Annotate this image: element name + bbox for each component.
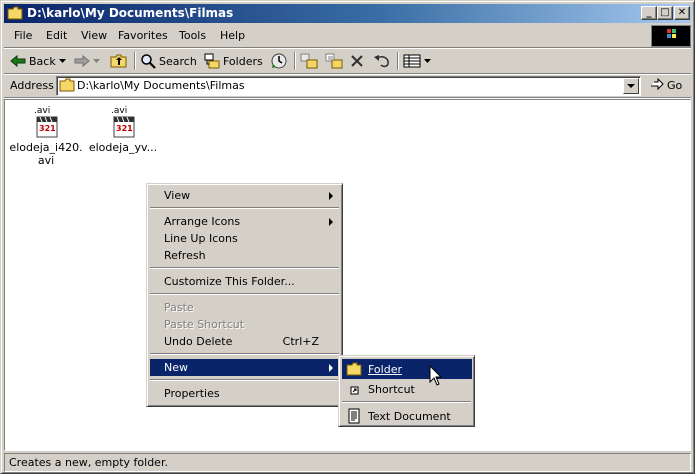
minimize-button[interactable]: _	[641, 6, 657, 20]
delete-button[interactable]	[350, 52, 364, 70]
address-dropdown-button[interactable]	[623, 78, 639, 94]
file-tag: 321	[116, 124, 133, 133]
back-button[interactable]: Back	[10, 52, 66, 70]
new-submenu: Folder Shortcut Text Document	[338, 355, 475, 427]
forward-arrow-icon	[74, 54, 90, 68]
file-tag: 321	[39, 124, 56, 133]
history-button[interactable]	[270, 52, 288, 70]
menu-separator	[150, 267, 339, 269]
menu-item-paste: Paste	[164, 301, 194, 314]
windows-flag-icon	[667, 29, 676, 38]
menu-favorites[interactable]: Favorites	[118, 29, 168, 42]
copy-to-button[interactable]	[325, 52, 343, 70]
folder-icon	[346, 362, 362, 376]
menu-item-refresh[interactable]: Refresh	[150, 247, 339, 264]
close-button[interactable]: ✕	[674, 6, 690, 20]
submenu-arrow-icon	[329, 364, 333, 372]
submenu-arrow-icon	[329, 218, 333, 226]
menu-separator	[150, 293, 339, 295]
history-icon	[271, 53, 287, 69]
address-label: Address	[10, 79, 54, 92]
search-icon	[141, 54, 156, 69]
search-button[interactable]: Search	[140, 52, 197, 70]
title-bar[interactable]: D:\karlo\My Documents\Filmas _ □ ✕	[4, 4, 691, 23]
folder-icon	[7, 6, 23, 20]
context-menu: View Arrange Icons Line Up Icons Refresh…	[146, 183, 343, 407]
chevron-down-icon[interactable]	[58, 59, 66, 63]
menu-separator	[150, 379, 339, 381]
chevron-down-icon[interactable]	[424, 59, 431, 63]
menu-item-customize-folder[interactable]: Customize This Folder...	[150, 273, 339, 290]
undo-icon	[374, 55, 389, 68]
menu-item-line-up-icons[interactable]: Line Up Icons	[150, 230, 339, 247]
menu-item-undo-delete[interactable]: Undo Delete Ctrl+Z	[150, 333, 339, 350]
submenu-arrow-icon	[329, 192, 333, 200]
back-arrow-icon	[10, 54, 26, 68]
undo-button[interactable]	[373, 52, 391, 70]
move-to-icon	[300, 53, 318, 69]
address-input[interactable]: D:\karlo\My Documents\Filmas	[56, 76, 641, 96]
mouse-cursor-icon	[429, 365, 443, 386]
go-arrow-icon	[651, 78, 664, 91]
video-file-icon: .avi 321	[30, 106, 62, 138]
move-to-button[interactable]	[300, 52, 318, 70]
folders-button[interactable]: Folders	[204, 52, 263, 70]
submenu-item-folder[interactable]: Folder	[342, 359, 472, 379]
up-button[interactable]	[110, 52, 128, 70]
menu-item-properties[interactable]: Properties	[150, 385, 339, 402]
file-item[interactable]: .avi 321 elodeja_yv...	[85, 106, 161, 154]
back-label: Back	[29, 54, 56, 68]
windows-logo	[651, 25, 691, 47]
file-badge: .avi	[34, 106, 51, 116]
search-label: Search	[159, 54, 197, 68]
menu-item-arrange-icons[interactable]: Arrange Icons	[150, 213, 339, 230]
views-icon	[403, 54, 421, 68]
address-value: D:\karlo\My Documents\Filmas	[77, 79, 245, 92]
menu-help[interactable]: Help	[220, 29, 245, 42]
submenu-item-text-document[interactable]: Text Document	[342, 406, 472, 426]
copy-to-icon	[325, 53, 343, 69]
standard-toolbar: Back Search Folders	[4, 49, 691, 73]
menu-tools[interactable]: Tools	[179, 29, 206, 42]
file-item[interactable]: .avi 321 elodeja_i420.avi	[8, 106, 84, 167]
menu-item-paste-shortcut: Paste Shortcut	[164, 318, 245, 331]
file-badge: .avi	[111, 106, 128, 116]
folders-label: Folders	[223, 54, 263, 68]
up-folder-icon	[110, 54, 127, 68]
menu-bar: File Edit View Favorites Tools Help	[4, 25, 644, 46]
undo-shortcut-hint: Ctrl+Z	[282, 335, 319, 348]
toolbar-separator	[397, 52, 399, 70]
go-label: Go	[667, 78, 683, 92]
menu-edit[interactable]: Edit	[46, 29, 67, 42]
go-button[interactable]: Go	[649, 78, 682, 92]
menu-file[interactable]: File	[14, 29, 32, 42]
chevron-down-icon	[627, 84, 635, 88]
menu-separator	[342, 401, 471, 403]
window-title: D:\karlo\My Documents\Filmas	[27, 6, 234, 20]
delete-icon	[351, 55, 363, 67]
toolbar-separator	[294, 52, 296, 70]
folders-icon	[204, 53, 220, 69]
chevron-down-icon[interactable]	[93, 59, 100, 63]
status-bar: Creates a new, empty folder.	[4, 453, 691, 472]
menu-separator	[150, 353, 339, 355]
file-name: elodeja_i420.avi	[9, 141, 83, 167]
video-file-icon: .avi 321	[107, 106, 139, 138]
menu-separator	[150, 207, 339, 209]
status-text: Creates a new, empty folder.	[9, 456, 168, 469]
folder-icon	[59, 78, 75, 92]
menu-view[interactable]: View	[81, 29, 107, 42]
file-name: elodeja_yv...	[88, 141, 158, 154]
maximize-button[interactable]: □	[657, 6, 673, 20]
submenu-item-shortcut[interactable]: Shortcut	[342, 379, 472, 399]
toolbar-separator	[134, 52, 136, 70]
forward-button[interactable]	[74, 52, 100, 70]
address-bar: Address D:\karlo\My Documents\Filmas Go	[4, 75, 691, 97]
text-document-icon	[348, 408, 360, 424]
menu-item-view[interactable]: View	[150, 187, 339, 204]
menu-item-new[interactable]: New	[150, 359, 339, 376]
explorer-window: D:\karlo\My Documents\Filmas _ □ ✕ File …	[0, 0, 695, 474]
views-button[interactable]	[403, 52, 431, 70]
shortcut-icon	[350, 386, 359, 395]
